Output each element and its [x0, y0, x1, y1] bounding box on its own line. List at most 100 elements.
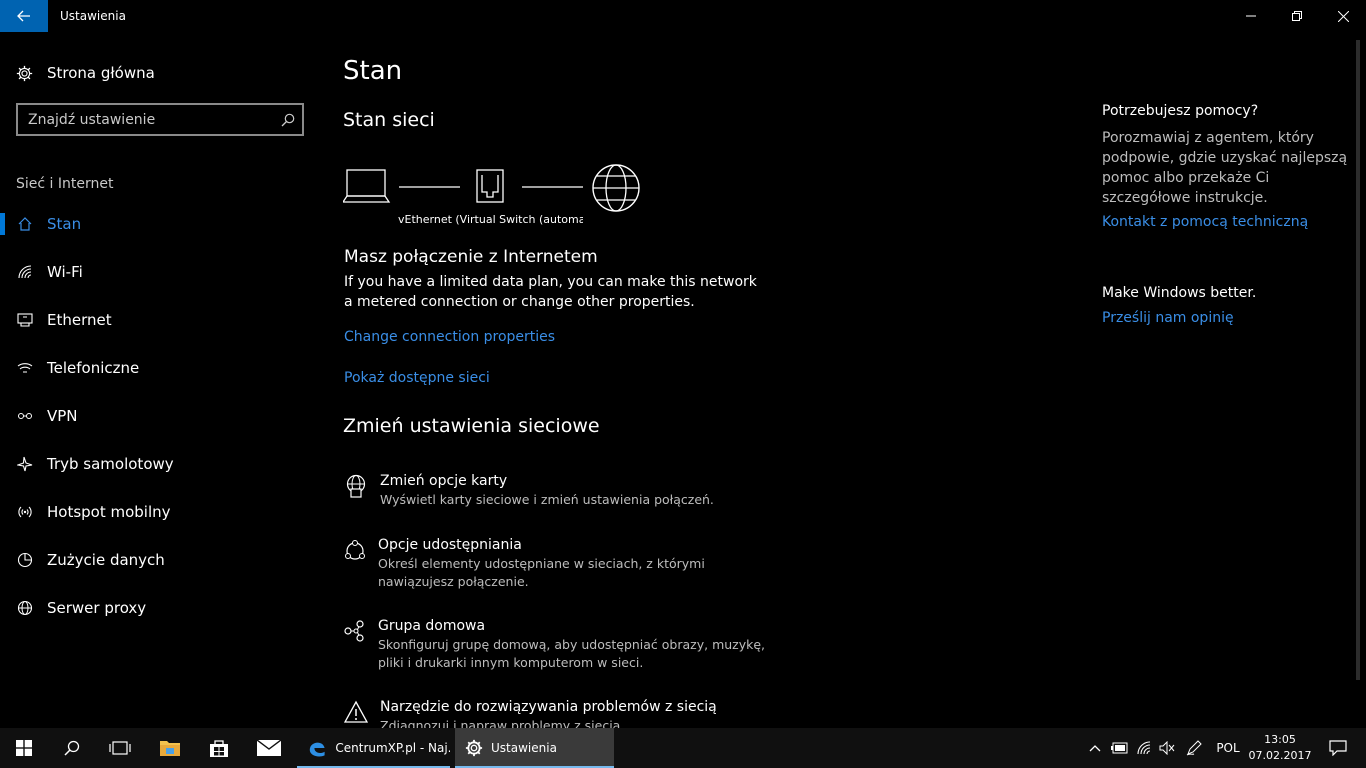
pen-icon [1186, 740, 1202, 756]
sidebar-item-ethernet[interactable]: Ethernet [0, 296, 320, 344]
show-available-networks-link[interactable]: Pokaż dostępne sieci [344, 370, 490, 386]
sidebar-item-label: Zużycie danych [47, 551, 165, 569]
sidebar-item-proxy[interactable]: Serwer proxy [0, 584, 320, 632]
airplane-icon [16, 455, 34, 473]
sidebar-item-label: Serwer proxy [47, 599, 147, 617]
battery-icon [1111, 742, 1128, 754]
restore-button[interactable] [1274, 0, 1320, 32]
sidebar-item-airplane[interactable]: Tryb samolotowy [0, 440, 320, 488]
clock-time: 13:05 [1264, 733, 1296, 746]
sidebar-item-wifi[interactable]: Wi-Fi [0, 248, 320, 296]
troubleshooter-item[interactable]: Narzędzie do rozwiązywania problemów z s… [343, 698, 783, 728]
option-description: Zdiagnozuj i napraw problemy z siecią. [380, 718, 625, 728]
option-title: Grupa domowa [378, 618, 486, 634]
search-input[interactable] [18, 105, 274, 134]
sidebar-item-telefoniczne[interactable]: Telefoniczne [0, 344, 320, 392]
pen-tray-button[interactable] [1182, 728, 1206, 768]
file-explorer-button[interactable] [146, 728, 194, 768]
sidebar-item-vpn[interactable]: VPN [0, 392, 320, 440]
search-box[interactable] [16, 103, 304, 136]
language-indicator[interactable]: POL [1210, 728, 1246, 768]
start-button[interactable] [0, 728, 48, 768]
windows-logo-icon [16, 740, 32, 756]
mail-button[interactable] [245, 728, 293, 768]
option-title: Opcje udostępniania [378, 537, 522, 553]
show-hidden-icons-button[interactable] [1084, 728, 1106, 768]
network-status-title: Stan sieci [343, 109, 435, 131]
sidebar-item-label: Telefoniczne [47, 359, 140, 377]
page-title: Stan [343, 56, 403, 86]
taskbar: CentrumXP.pl - Naj... Ustawienia POL 13:… [0, 728, 1366, 768]
search-icon [64, 740, 80, 756]
volume-tray-button[interactable] [1156, 728, 1178, 768]
globe-icon [16, 599, 34, 617]
sharing-icon [343, 538, 367, 564]
change-connection-properties-link[interactable]: Change connection properties [344, 329, 555, 345]
back-arrow-icon [17, 10, 30, 22]
homegroup-icon [343, 619, 367, 645]
close-button[interactable] [1320, 0, 1366, 32]
sidebar-item-hotspot[interactable]: Hotspot mobilny [0, 488, 320, 536]
adapter-options-icon [343, 474, 369, 500]
sidebar-item-label: Stan [47, 215, 82, 233]
sidebar-item-label: Tryb samolotowy [47, 455, 174, 473]
restore-icon [1292, 11, 1302, 21]
action-center-button[interactable] [1318, 728, 1358, 768]
settings-gear-icon [465, 739, 483, 757]
store-bag-icon [210, 740, 228, 757]
volume-muted-icon [1159, 741, 1175, 755]
homegroup-item[interactable]: Grupa domowa Skonfiguruj grupę domową, a… [343, 617, 783, 672]
battery-tray-button[interactable] [1108, 728, 1132, 768]
vpn-icon [16, 407, 34, 425]
sidebar-item-label: Wi-Fi [47, 263, 83, 281]
home-label: Strona główna [47, 64, 155, 82]
sidebar-item-label: Hotspot mobilny [47, 503, 171, 521]
adapter-label: vEthernet (Virtual Switch (automatic [398, 213, 583, 226]
connection-description: If you have a limited data plan, you can… [344, 274, 757, 310]
sidebar-item-data-usage[interactable]: Zużycie danych [0, 536, 320, 584]
sidebar-item-label: Ethernet [47, 311, 112, 329]
internet-globe-icon [592, 164, 640, 212]
chevron-up-icon [1089, 745, 1101, 752]
folder-icon [160, 741, 180, 756]
taskbar-app-edge[interactable]: CentrumXP.pl - Naj... [297, 728, 450, 768]
ethernet-icon [16, 311, 34, 329]
contact-support-link[interactable]: Kontakt z pomocą techniczną [1102, 214, 1352, 230]
minimize-button[interactable] [1228, 0, 1274, 32]
category-label: Sieć i Internet [16, 176, 114, 192]
home-status-icon [16, 215, 34, 233]
warning-icon [343, 700, 369, 726]
laptop-icon [343, 169, 391, 203]
vertical-scrollbar[interactable] [1356, 40, 1360, 680]
taskbar-app-label: CentrumXP.pl - Naj... [335, 741, 450, 755]
data-usage-icon [16, 551, 34, 569]
help-panel: Potrzebujesz pomocy? Porozmawiaj z agent… [1102, 103, 1352, 230]
edge-icon [309, 742, 325, 757]
window-title: Ustawienia [60, 9, 126, 23]
network-tray-button[interactable] [1132, 728, 1156, 768]
sidebar-item-stan[interactable]: Stan [0, 200, 320, 248]
sidebar-nav: Stan Wi-Fi Ethernet Telefoniczne VPN Try… [0, 200, 320, 632]
option-description: Wyświetl karty sieciowe i zmień ustawien… [380, 492, 714, 507]
store-button[interactable] [195, 728, 243, 768]
option-description: Skonfiguruj grupę domową, aby udostępnia… [378, 637, 766, 670]
back-button[interactable] [0, 0, 48, 32]
home-link[interactable]: Strona główna [16, 62, 155, 84]
clock[interactable]: 13:05 07.02.2017 [1248, 732, 1312, 764]
sidebar-item-label: VPN [47, 407, 78, 425]
task-view-button[interactable] [96, 728, 144, 768]
option-description: Określ elementy udostępniane w sieciach,… [378, 556, 705, 589]
search-button[interactable] [48, 728, 96, 768]
adapter-options-item[interactable]: Zmień opcje karty Wyświetl karty sieciow… [343, 472, 783, 509]
hotspot-icon [16, 503, 34, 521]
option-title: Zmień opcje karty [380, 473, 508, 489]
help-text: Porozmawiaj z agentem, który podpowie, g… [1102, 130, 1348, 206]
gear-icon [16, 65, 33, 81]
send-feedback-link[interactable]: Prześlij nam opinię [1102, 310, 1352, 326]
taskbar-app-settings[interactable]: Ustawienia [455, 728, 614, 768]
wifi-icon [16, 263, 34, 281]
sharing-options-item[interactable]: Opcje udostępniania Określ elementy udos… [343, 536, 783, 591]
settings-window: Ustawienia Strona główna Sieć i Internet [0, 0, 1366, 728]
search-icon[interactable] [274, 113, 302, 127]
feedback-panel: Make Windows better. Prześlij nam opinię [1102, 285, 1352, 326]
